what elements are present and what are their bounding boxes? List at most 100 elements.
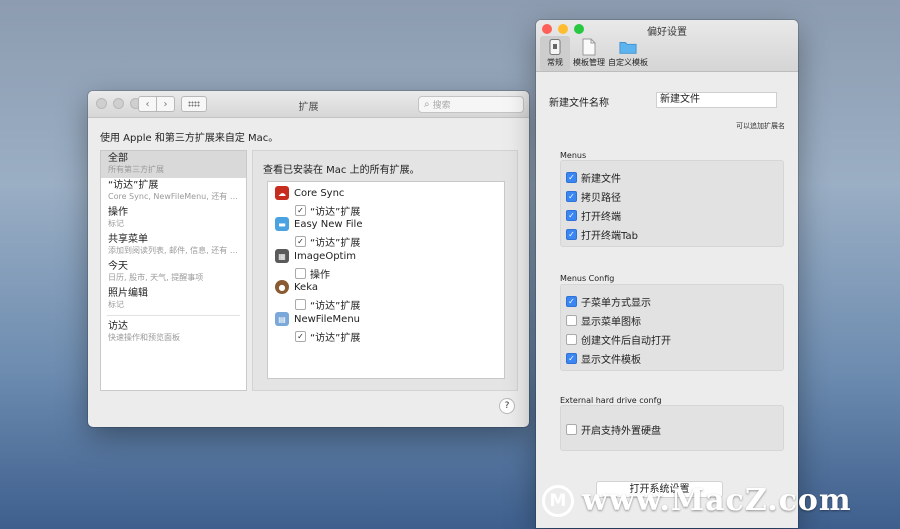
- help-button[interactable]: ?: [499, 398, 515, 414]
- watermark: M www.MacZ.com: [542, 483, 852, 518]
- app-name: NewFileMenu: [294, 313, 361, 325]
- option-new-file[interactable]: ✓ 新建文件: [561, 168, 783, 187]
- sidebar-item-subtitle: 日历, 股市, 天气, 提醒事项: [108, 273, 204, 282]
- option-label: 新建文件: [581, 174, 621, 185]
- sidebar-item-subtitle: 所有第三方扩展: [108, 165, 164, 174]
- preferences-tabs: 常规 模板管理 自定义模板: [540, 36, 648, 71]
- sidebar-item-subtitle: Core Sync, NewFileMenu, 还有 1 个…: [108, 192, 239, 201]
- sidebar-item-today[interactable]: 今天 日历, 股市, 天气, 提醒事项: [101, 259, 246, 286]
- extension-label: “访达”扩展: [310, 238, 361, 249]
- list-item: ▬ Easy New File ✓ “访达”扩展: [275, 217, 362, 249]
- option-external-drive-support[interactable]: 开启支持外置硬盘: [561, 420, 783, 439]
- option-copy-path[interactable]: ✓ 拷贝路径: [561, 187, 783, 206]
- sidebar-item-photos-editing[interactable]: 照片编辑 标记: [101, 286, 246, 313]
- search-field[interactable]: ⌕ 搜索: [418, 96, 524, 113]
- search-icon: ⌕: [424, 99, 430, 110]
- external-drive-group: 开启支持外置硬盘: [560, 405, 784, 451]
- list-item: ☁ Core Sync ✓ “访达”扩展: [275, 186, 360, 218]
- checkbox[interactable]: ✓: [566, 296, 577, 307]
- checkbox[interactable]: [566, 334, 577, 345]
- checkbox[interactable]: ✓: [566, 353, 577, 364]
- sidebar-item-subtitle: 标记: [108, 300, 124, 309]
- list-item: ▦ ImageOptim 操作: [275, 249, 356, 281]
- phone-icon: [546, 38, 564, 56]
- extension-label: 操作: [310, 270, 330, 281]
- detail-heading: 查看已安装在 Mac 上的所有扩展。: [263, 165, 420, 176]
- option-label: 打开终端: [581, 212, 621, 223]
- option-label: 开启支持外置硬盘: [581, 426, 661, 437]
- option-auto-open-after-create[interactable]: 创建文件后自动打开: [561, 330, 783, 349]
- new-file-name-input[interactable]: 新建文件: [656, 92, 777, 108]
- group-label-menus-config: Menus Config: [560, 274, 615, 283]
- sidebar-item-share-menu[interactable]: 共享菜单 添加到阅读列表, 邮件, 信息, 还有 6 个…: [101, 232, 246, 259]
- sidebar-item-all[interactable]: 全部 所有第三方扩展: [101, 151, 246, 178]
- preferences-window: 偏好设置 常规 模板管理 自定义模板 新建文件名称 新建文件 可以追加扩展名 M…: [536, 20, 798, 528]
- app-name: ImageOptim: [294, 250, 356, 262]
- app-name: Easy New File: [294, 218, 363, 230]
- option-open-terminal[interactable]: ✓ 打开终端: [561, 206, 783, 225]
- checkbox[interactable]: ✓: [566, 210, 577, 221]
- option-label: 创建文件后自动打开: [581, 336, 671, 347]
- sidebar-item-actions[interactable]: 操作 标记: [101, 205, 246, 232]
- sidebar-item-title: 照片编辑: [108, 288, 148, 299]
- sidebar-item-subtitle: 快速操作和预览面板: [108, 333, 180, 342]
- tab-custom-template[interactable]: 自定义模板: [608, 36, 648, 71]
- list-item: ● Keka “访达”扩展: [275, 280, 360, 312]
- checkbox[interactable]: [566, 424, 577, 435]
- extension-checkbox[interactable]: [295, 268, 306, 279]
- checkbox[interactable]: ✓: [566, 229, 577, 240]
- extension-category-list: 全部 所有第三方扩展 “访达”扩展 Core Sync, NewFileMenu…: [100, 150, 247, 391]
- checkbox[interactable]: ✓: [566, 172, 577, 183]
- sidebar-item-finder[interactable]: 访达 快速操作和预览面板: [101, 319, 246, 346]
- extensions-window: ‹ › 扩展 ⌕ 搜索 使用 Apple 和第三方扩展来自定 Mac。 全部 所…: [88, 91, 529, 427]
- tab-label: 模板管理: [573, 58, 605, 67]
- option-open-terminal-tab[interactable]: ✓ 打开终端Tab: [561, 225, 783, 244]
- description: 使用 Apple 和第三方扩展来自定 Mac。: [100, 133, 279, 144]
- tab-label: 自定义模板: [608, 58, 648, 67]
- option-label: 显示菜单图标: [581, 317, 641, 328]
- extensions-titlebar: ‹ › 扩展 ⌕ 搜索: [88, 91, 529, 118]
- installed-extensions-list: ☁ Core Sync ✓ “访达”扩展 ▬ Easy New File ✓ “访达”扩…: [267, 181, 505, 379]
- tab-template-management[interactable]: 模板管理: [572, 36, 606, 71]
- list-item: ▤ NewFileMenu ✓ “访达”扩展: [275, 312, 360, 344]
- checkbox[interactable]: ✓: [566, 191, 577, 202]
- extensions-detail-pane: 查看已安装在 Mac 上的所有扩展。 ☁ Core Sync ✓ “访达”扩展 ▬ E…: [252, 150, 518, 391]
- sidebar-item-finder-extensions[interactable]: “访达”扩展 Core Sync, NewFileMenu, 还有 1 个…: [101, 178, 246, 205]
- tab-label: 常规: [547, 58, 563, 67]
- extension-checkbox[interactable]: [295, 299, 306, 310]
- folder-icon: ▬: [275, 217, 289, 231]
- extension-checkbox[interactable]: ✓: [295, 331, 306, 342]
- tab-general[interactable]: 常规: [540, 36, 570, 71]
- sidebar-item-title: 操作: [108, 207, 128, 218]
- new-file-name-label: 新建文件名称: [549, 98, 609, 109]
- menus-config-group: ✓ 子菜单方式显示 显示菜单图标 创建文件后自动打开 ✓ 显示文件模板: [560, 284, 784, 371]
- group-label-external-drive: External hard drive confg: [560, 396, 662, 405]
- extension-hint: 可以追加扩展名: [736, 122, 785, 130]
- option-show-file-templates[interactable]: ✓ 显示文件模板: [561, 349, 783, 368]
- sidebar-item-title: “访达”扩展: [108, 180, 159, 191]
- watermark-text: www.MacZ.com: [582, 483, 852, 518]
- option-label: 拷贝路径: [581, 193, 621, 204]
- option-show-menu-icons[interactable]: 显示菜单图标: [561, 311, 783, 330]
- core-sync-icon: ☁: [275, 186, 289, 200]
- checkbox[interactable]: [566, 315, 577, 326]
- app-name: Keka: [294, 281, 318, 293]
- sidebar-item-subtitle: 标记: [108, 219, 124, 228]
- imageoptim-icon: ▦: [275, 249, 289, 263]
- option-submenu-display[interactable]: ✓ 子菜单方式显示: [561, 292, 783, 311]
- sidebar-divider: [107, 315, 240, 316]
- sidebar-item-subtitle: 添加到阅读列表, 邮件, 信息, 还有 6 个…: [108, 246, 239, 255]
- folder-icon: [619, 38, 637, 56]
- option-label: 子菜单方式显示: [581, 298, 651, 309]
- extension-checkbox[interactable]: ✓: [295, 236, 306, 247]
- search-placeholder: 搜索: [432, 101, 451, 111]
- extension-checkbox[interactable]: ✓: [295, 205, 306, 216]
- option-label: 打开终端Tab: [581, 231, 638, 242]
- extension-label: “访达”扩展: [310, 301, 361, 312]
- group-label-menus: Menus: [560, 151, 587, 160]
- sidebar-item-title: 共享菜单: [108, 234, 148, 245]
- sidebar-item-title: 访达: [108, 321, 128, 332]
- document-icon: [580, 38, 598, 56]
- app-name: Core Sync: [294, 187, 345, 199]
- option-label: 显示文件模板: [581, 355, 641, 366]
